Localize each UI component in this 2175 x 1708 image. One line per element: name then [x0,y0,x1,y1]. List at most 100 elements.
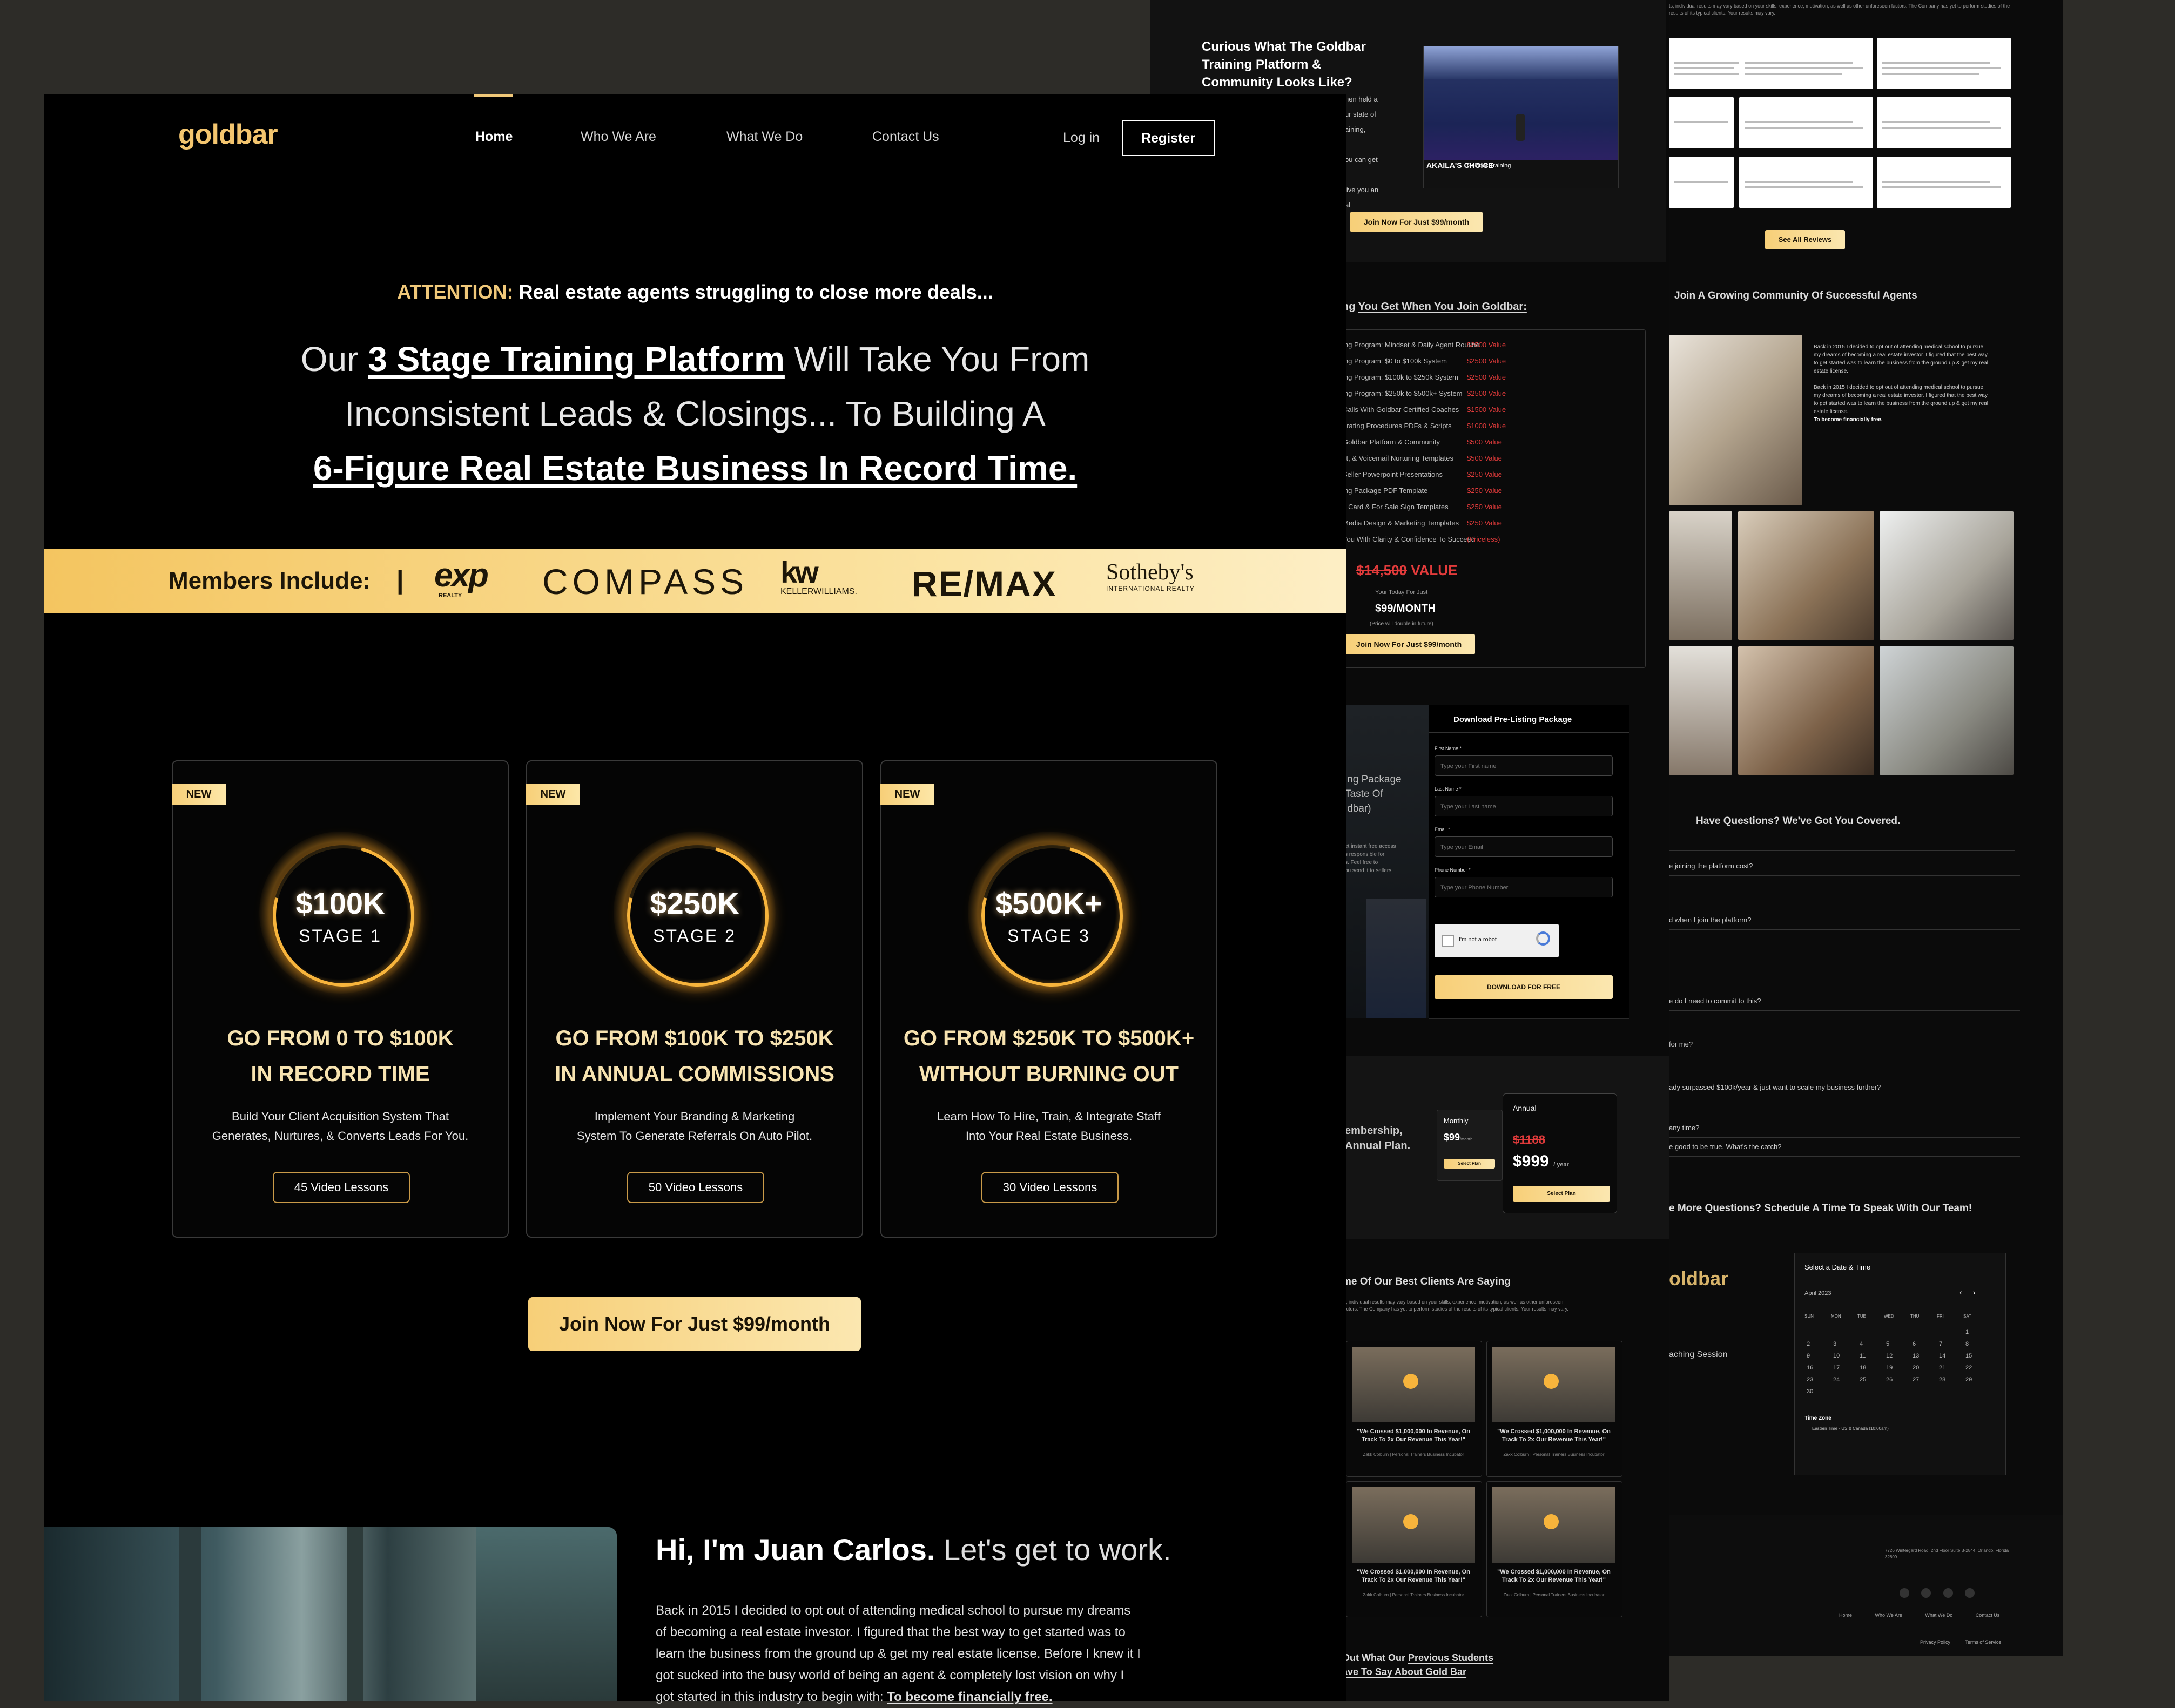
login-link[interactable]: Log in [1063,130,1100,146]
faq-item[interactable]: for me? [1669,1040,2020,1054]
annual-plan-card[interactable]: Annual $1188 $999 / year Select Plan [1503,1093,1617,1213]
stage-card[interactable]: NEW $250K STAGE 2 GO FROM $100K TO $250K IN … [526,760,863,1238]
calendar-day[interactable]: 8 [1965,1341,1969,1347]
faq-item[interactable]: any time? [1669,1124,2020,1138]
testimonial-author: Zakk Colburn | Personal Trainers Busines… [1503,1452,1605,1457]
faq-item[interactable]: ady surpassed $100k/year & just want to … [1669,1083,2020,1097]
video-lessons-button[interactable]: 30 Video Lessons [981,1172,1119,1203]
faq-item[interactable]: d when I join the platform? [1669,916,2020,930]
calendar-day[interactable]: 7 [1939,1341,1942,1347]
register-button[interactable]: Register [1122,120,1215,156]
select-plan-annual[interactable]: Select Plan [1513,1186,1610,1202]
select-plan-monthly[interactable]: Select Plan [1444,1159,1495,1169]
see-all-reviews-button[interactable]: See All Reviews [1765,230,1845,249]
calendar-day[interactable]: 9 [1807,1353,1810,1359]
calendar-prev-icon[interactable]: ‹ [1959,1288,1962,1297]
members-separator: | [396,566,404,595]
download-button[interactable]: DOWNLOAD FOR FREE [1435,975,1613,999]
calendar-weekday: MON [1831,1314,1841,1319]
twitter-icon[interactable] [1900,1588,1909,1598]
nav-what-we-do[interactable]: What We Do [726,129,803,145]
value-stack-box: ing Program: Mindset & Daily Agent Routi… [1342,329,1646,668]
calendar-day[interactable]: 29 [1965,1376,1972,1383]
testimonial-video-card[interactable]: "We Crossed $1,000,000 In Revenue, On Tr… [1346,1341,1482,1477]
training-video-thumbnail[interactable]: AKAILA'S CHOICE Goldbar Training [1423,46,1619,188]
calendar-day[interactable]: 11 [1860,1353,1866,1359]
value-item: Goldbar Platform & Community $500 Value [1343,438,1502,446]
stage-value: $100K [295,886,385,920]
form-input[interactable]: Type your First name [1435,755,1613,776]
footer-link-contact[interactable]: Contact Us [1976,1612,2000,1618]
calendar-day[interactable]: 23 [1807,1376,1813,1383]
nav-who-we-are[interactable]: Who We Are [581,129,656,145]
calendar-day[interactable]: 5 [1886,1341,1889,1347]
stage-card[interactable]: NEW $500K+ STAGE 3 GO FROM $250K TO $500K+ W… [880,760,1217,1238]
join-button-small[interactable]: Join Now For Just $99/month [1350,212,1483,232]
calendar-day[interactable]: 14 [1939,1353,1945,1359]
footer-link-home[interactable]: Home [1839,1612,1852,1618]
calendar-day[interactable]: 19 [1886,1365,1893,1371]
footer-address: 7726 Wintergard Road, 2nd Floor Suite B-… [1885,1548,2009,1560]
facebook-icon[interactable] [1921,1588,1931,1598]
logo[interactable]: goldbar [178,118,278,151]
calendar-day[interactable]: 1 [1965,1329,1969,1335]
nav-contact-us[interactable]: Contact Us [872,129,939,145]
calendar-day[interactable]: 25 [1860,1376,1866,1383]
play-icon[interactable] [1544,1374,1559,1389]
faq-item[interactable]: e joining the platform cost? [1669,862,2020,876]
about-title: Hi, I'm Juan Carlos. Let's get to work. [656,1533,1171,1567]
calendar-day[interactable]: 26 [1886,1376,1893,1383]
play-icon[interactable] [1403,1374,1418,1389]
play-icon[interactable] [1544,1514,1559,1529]
review-card [1877,97,2011,148]
video-lessons-button[interactable]: 50 Video Lessons [627,1172,764,1203]
video-lessons-button[interactable]: 45 Video Lessons [273,1172,410,1203]
calendar-day[interactable]: 13 [1913,1353,1919,1359]
footer-link-what[interactable]: What We Do [1925,1612,1952,1618]
join-now-button[interactable]: Join Now For Just $99/month [528,1297,861,1351]
calendar-day[interactable]: 10 [1833,1353,1840,1359]
form-input[interactable]: Type your Phone Number [1435,877,1613,897]
calendar-day[interactable]: 6 [1913,1341,1916,1347]
stage-card[interactable]: NEW $100K STAGE 1 GO FROM 0 TO $100K IN RECO… [172,760,509,1238]
testimonial-video-card[interactable]: "We Crossed $1,000,000 In Revenue, On Tr… [1346,1481,1482,1617]
form-input[interactable]: Type your Email [1435,836,1613,857]
footer-link-who[interactable]: Who We Are [1875,1612,1902,1618]
instagram-icon[interactable] [1943,1588,1953,1598]
calendar-day[interactable]: 21 [1939,1365,1945,1371]
calendar-day[interactable]: 24 [1833,1376,1840,1383]
calendar-day[interactable]: 15 [1965,1353,1972,1359]
calendar-day[interactable]: 28 [1939,1376,1945,1383]
calendar-day[interactable]: 17 [1833,1365,1840,1371]
testimonial-video-card[interactable]: "We Crossed $1,000,000 In Revenue, On Tr… [1486,1341,1622,1477]
youtube-icon[interactable] [1965,1588,1975,1598]
calendar-day[interactable]: 30 [1807,1388,1813,1395]
faq-item[interactable]: e do I need to commit to this? [1669,997,2020,1011]
terms-link[interactable]: Terms of Service [1965,1639,2001,1645]
time-zone-select[interactable]: Eastern Time - US & Canada (10:00am) [1812,1426,1889,1431]
testimonial-video-card[interactable]: "We Crossed $1,000,000 In Revenue, On Tr… [1486,1481,1622,1617]
calendar-day[interactable]: 4 [1860,1341,1863,1347]
privacy-link[interactable]: Privacy Policy [1920,1639,1950,1645]
play-icon[interactable] [1403,1514,1418,1529]
calendar-next-icon[interactable]: › [1973,1288,1976,1297]
calendar-day[interactable]: 18 [1860,1365,1866,1371]
calendar-day[interactable]: 16 [1807,1365,1813,1371]
testimonial-quote: "We Crossed $1,000,000 In Revenue, On Tr… [1357,1569,1470,1583]
calendar-day[interactable]: 12 [1886,1353,1893,1359]
captcha-checkbox[interactable] [1442,935,1454,947]
calendar-widget[interactable]: Select a Date & Time April 2023 ‹ › Time… [1794,1253,2006,1475]
calendar-day[interactable]: 3 [1833,1341,1836,1347]
monthly-plan-card[interactable]: Monthly $99/month Select Plan [1437,1110,1503,1181]
join-button-value[interactable]: Join Now For Just $99/month [1343,634,1475,654]
schedule-logo: oldbar [1669,1267,1729,1290]
stage-label: STAGE 1 [299,926,382,946]
calendar-day[interactable]: 22 [1965,1365,1972,1371]
form-input[interactable]: Type your Last name [1435,796,1613,816]
nav-home[interactable]: Home [475,129,513,145]
captcha-box[interactable]: I'm not a robot [1435,924,1559,957]
calendar-day[interactable]: 27 [1913,1376,1919,1383]
calendar-day[interactable]: 2 [1807,1341,1810,1347]
faq-item[interactable]: e good to be true. What's the catch? [1669,1143,2020,1157]
calendar-day[interactable]: 20 [1913,1365,1919,1371]
